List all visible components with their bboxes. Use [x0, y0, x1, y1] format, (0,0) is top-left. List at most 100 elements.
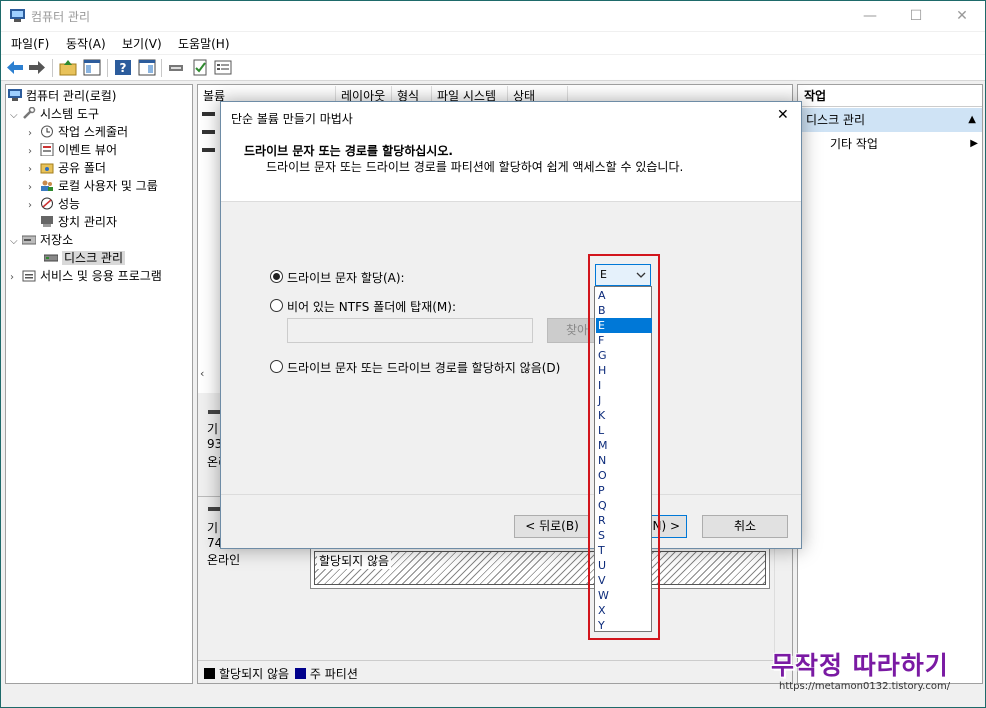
- drive-letter-option[interactable]: A: [596, 288, 652, 303]
- tree-item-device-manager[interactable]: 장치 관리자: [40, 213, 117, 231]
- radio-no-letter[interactable]: [270, 360, 283, 373]
- mount-folder-path-input[interactable]: [287, 318, 533, 343]
- legend-unallocated-swatch: [204, 668, 215, 679]
- legend-unallocated-label: 할당되지 않음: [219, 667, 290, 681]
- label-assign-letter: 드라이브 문자 할당(A):: [287, 271, 405, 285]
- submenu-arrow-icon: ▶: [970, 138, 978, 149]
- tree-item-task-scheduler[interactable]: › 작업 스케줄러: [28, 123, 128, 141]
- action-more-actions[interactable]: 기타 작업 ▶: [798, 134, 982, 154]
- toolbar: ?: [1, 55, 985, 81]
- wizard-subheading: 드라이브 문자 또는 드라이브 경로를 파티션에 할당하여 쉽게 액세스할 수 …: [266, 160, 684, 174]
- chevron-right-icon[interactable]: ›: [28, 197, 40, 215]
- drive-letter-option[interactable]: W: [596, 588, 652, 603]
- chevron-right-icon[interactable]: ›: [10, 269, 22, 287]
- action-pane-header: 작업: [798, 85, 982, 107]
- watermark-text: 무작정 따라하기: [771, 651, 949, 680]
- tree-item-root[interactable]: 컴퓨터 관리(로컬): [8, 87, 116, 105]
- back-arrow-icon[interactable]: [6, 59, 24, 76]
- drive-letter-option[interactable]: L: [596, 423, 652, 438]
- menu-help[interactable]: 도움말(H): [178, 35, 230, 52]
- minimize-button[interactable]: —: [847, 1, 893, 31]
- drive-letter-option[interactable]: X: [596, 603, 652, 618]
- show-hide-action-pane-icon[interactable]: [138, 59, 156, 76]
- maximize-button[interactable]: ☐: [893, 1, 939, 31]
- users-icon: [41, 180, 53, 191]
- disk1-label: 기: [207, 422, 219, 436]
- help-icon[interactable]: ?: [114, 59, 132, 76]
- tree-item-disk-management[interactable]: 디스크 관리: [44, 249, 126, 267]
- radio-mount-folder[interactable]: [270, 299, 283, 312]
- show-hide-console-tree-icon[interactable]: [83, 59, 101, 76]
- chevron-down-icon[interactable]: ⌵: [10, 233, 22, 251]
- label-mount-folder: 비어 있는 NTFS 폴더에 탑재(M):: [287, 300, 456, 314]
- unallocated-partition[interactable]: 할당되지 않음: [310, 547, 770, 589]
- watermark-url: https://metamon0132.tistory.com/: [779, 681, 951, 692]
- legend-bar: 할당되지 않음 주 파티션: [198, 660, 792, 683]
- tree-item-performance[interactable]: › 성능: [28, 195, 80, 213]
- drive-letter-selected: E: [600, 268, 607, 281]
- action-section-disk-management[interactable]: 디스크 관리 ▲: [798, 108, 982, 132]
- services-icon: [22, 270, 36, 282]
- drive-letter-option[interactable]: K: [596, 408, 652, 423]
- tree-item-services[interactable]: › 서비스 및 응용 프로그램: [10, 267, 162, 285]
- drive-letter-option[interactable]: F: [596, 333, 652, 348]
- drive-letter-option[interactable]: G: [596, 348, 652, 363]
- menu-bar: 파일(F) 동작(A) 보기(V) 도움말(H): [1, 32, 985, 54]
- connect-icon[interactable]: [167, 59, 185, 76]
- scroll-left-arrow[interactable]: ‹: [200, 367, 204, 380]
- volume-row-icon: [202, 130, 215, 134]
- back-button[interactable]: < 뒤로(B): [514, 515, 590, 538]
- drive-letter-option[interactable]: R: [596, 513, 652, 528]
- computer-management-icon: [8, 89, 22, 101]
- collapse-up-icon[interactable]: ▲: [968, 108, 976, 132]
- computer-management-window: 컴퓨터 관리 — ☐ ✕ 파일(F) 동작(A) 보기(V) 도움말(H) ? …: [0, 0, 986, 708]
- drive-letter-option[interactable]: P: [596, 483, 652, 498]
- drive-letter-option[interactable]: B: [596, 303, 652, 318]
- drive-letter-option[interactable]: I: [596, 378, 652, 393]
- title-bar: 컴퓨터 관리 — ☐ ✕: [1, 1, 985, 31]
- radio-assign-letter[interactable]: [270, 270, 283, 283]
- dialog-title: 단순 볼륨 만들기 마법사: [231, 112, 353, 126]
- close-button[interactable]: ✕: [939, 1, 985, 31]
- storage-icon: [22, 235, 36, 245]
- drive-letter-option[interactable]: N: [596, 453, 652, 468]
- drive-letter-option[interactable]: J: [596, 393, 652, 408]
- check-list-icon[interactable]: [191, 59, 209, 76]
- tools-icon: [23, 107, 36, 119]
- properties-icon[interactable]: [214, 59, 232, 76]
- drive-letter-option[interactable]: H: [596, 363, 652, 378]
- drive-letter-option[interactable]: Q: [596, 498, 652, 513]
- unallocated-text: 할당되지 않음: [317, 552, 392, 569]
- computer-management-icon: [10, 9, 25, 22]
- drive-letter-option[interactable]: E: [596, 318, 652, 333]
- drive-letter-option[interactable]: O: [596, 468, 652, 483]
- shared-folder-icon: [40, 163, 54, 174]
- action-pane: 작업 디스크 관리 ▲ 기타 작업 ▶: [797, 84, 983, 684]
- tree-item-system-tools[interactable]: ⌵ 시스템 도구: [10, 105, 99, 123]
- tree-item-storage[interactable]: ⌵ 저장소: [10, 231, 73, 249]
- new-simple-volume-wizard: 단순 볼륨 만들기 마법사 ✕ 드라이브 문자 또는 경로를 할당하십시오. 드…: [220, 101, 802, 549]
- menu-view[interactable]: 보기(V): [122, 35, 162, 52]
- drive-letter-option[interactable]: M: [596, 438, 652, 453]
- menu-action[interactable]: 동작(A): [66, 35, 106, 52]
- window-title: 컴퓨터 관리: [31, 10, 91, 24]
- drive-letter-option[interactable]: S: [596, 528, 652, 543]
- menu-file[interactable]: 파일(F): [11, 35, 49, 52]
- up-folder-icon[interactable]: [59, 59, 77, 76]
- drive-letter-options: ABEFGHIJKLMNOPQRSTUVWXY: [594, 286, 652, 632]
- label-no-letter: 드라이브 문자 또는 드라이브 경로를 할당하지 않음(D): [287, 361, 561, 375]
- tree-item-event-viewer[interactable]: › 이벤트 뷰어: [28, 141, 117, 159]
- dialog-close-button[interactable]: ✕: [777, 107, 789, 123]
- disk-icon: [44, 254, 58, 262]
- cancel-button[interactable]: 취소: [702, 515, 788, 538]
- chevron-down-icon: [636, 272, 646, 278]
- tree-item-local-users[interactable]: › 로컬 사용자 및 그룹: [28, 177, 158, 195]
- drive-letter-option[interactable]: V: [596, 573, 652, 588]
- forward-arrow-icon[interactable]: [28, 59, 46, 76]
- drive-letter-select[interactable]: E: [595, 264, 651, 286]
- tree-item-shared-folders[interactable]: › 공유 폴더: [28, 159, 106, 177]
- drive-letter-option[interactable]: Y: [596, 618, 652, 633]
- chevron-down-icon[interactable]: ⌵: [10, 107, 22, 125]
- drive-letter-option[interactable]: U: [596, 558, 652, 573]
- drive-letter-option[interactable]: T: [596, 543, 652, 558]
